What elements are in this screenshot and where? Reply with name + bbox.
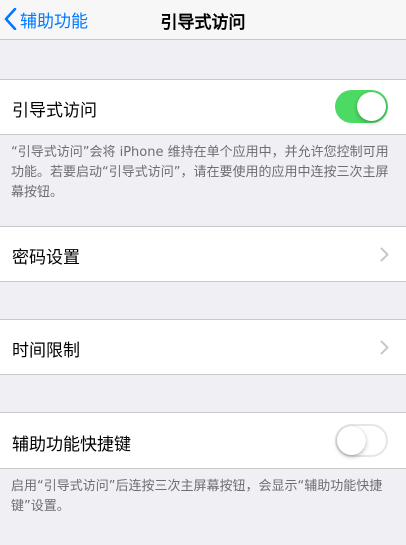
- guided-access-label: 引导式访问: [12, 101, 97, 121]
- time-limits-cell[interactable]: 时间限制: [0, 319, 406, 375]
- chevron-right-icon: [380, 247, 389, 262]
- guided-access-toggle[interactable]: [335, 90, 388, 123]
- accessibility-shortcut-footer: 启用“引导式访问”后连按三次主屏幕按钮，会显示“辅助功能快捷键”设置。: [11, 479, 383, 514]
- accessibility-shortcut-cell: 辅助功能快捷键: [0, 412, 406, 469]
- accessibility-shortcut-label: 辅助功能快捷键: [12, 435, 131, 455]
- chevron-right-icon: [380, 340, 389, 355]
- guided-access-footer: “引导式访问”会将 iPhone 维持在单个应用中，并允许您控制可用功能。若要启…: [11, 145, 389, 200]
- page-title: 引导式访问: [160, 13, 246, 33]
- toggle-knob: [337, 426, 366, 455]
- guided-access-cell: 引导式访问: [0, 79, 406, 135]
- passcode-settings-label: 密码设置: [12, 248, 80, 268]
- accessibility-shortcut-toggle[interactable]: [335, 424, 388, 457]
- toggle-knob: [357, 92, 386, 121]
- passcode-settings-cell[interactable]: 密码设置: [0, 226, 406, 282]
- time-limits-label: 时间限制: [12, 341, 80, 361]
- navigation-bar: 辅助功能 引导式访问: [0, 0, 406, 40]
